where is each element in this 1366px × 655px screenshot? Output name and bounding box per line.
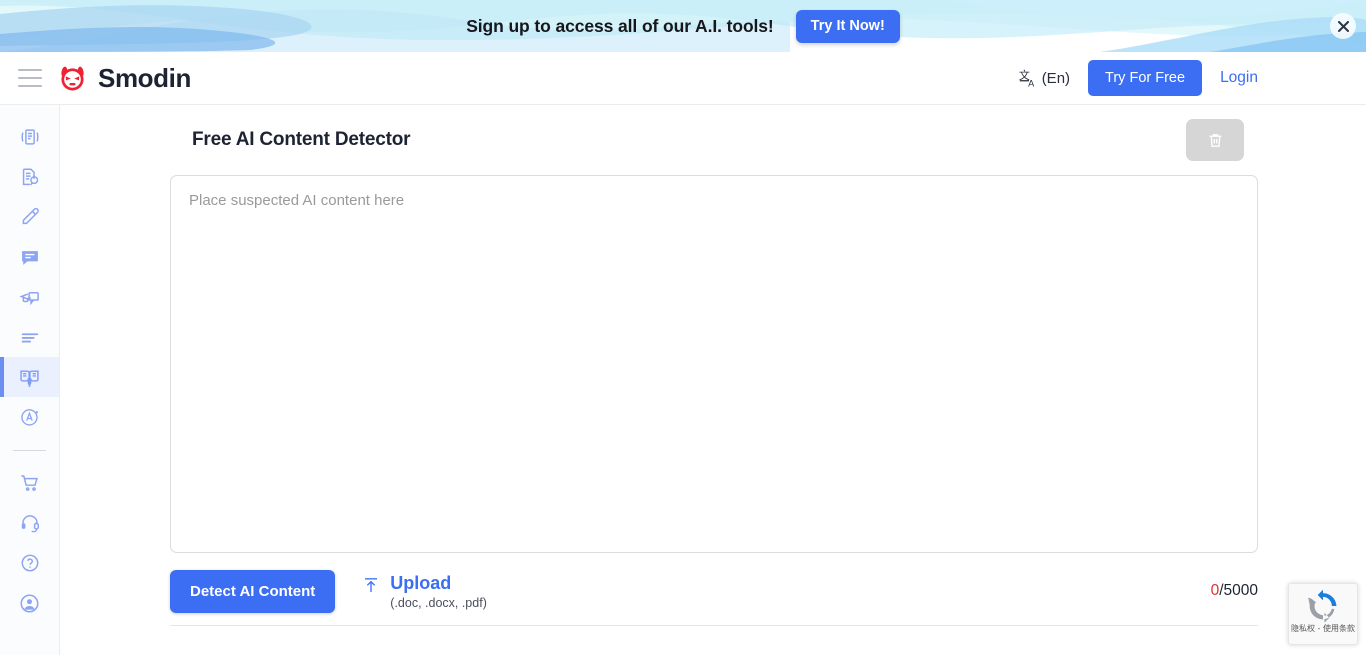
shopping-cart-icon	[20, 475, 38, 491]
upload-control[interactable]: Upload (.doc, .docx, .pdf)	[361, 572, 487, 611]
sidebar-item-account[interactable]	[0, 583, 59, 623]
sidebar-item-summarizer[interactable]	[0, 317, 59, 357]
sidebar-item-writer[interactable]	[0, 197, 59, 237]
sidebar-item-support[interactable]	[0, 503, 59, 543]
tool-actions-bar: Detect AI Content Upload (.doc, .docx, .…	[170, 553, 1266, 629]
hamburger-line	[18, 69, 42, 71]
document-quotes-icon	[21, 129, 38, 145]
language-code-label: (En)	[1041, 69, 1071, 87]
graduation-chat-icon	[19, 291, 39, 305]
recaptcha-legal-text[interactable]: 隐私权 - 使用条款	[1291, 624, 1355, 634]
upload-label: Upload	[390, 572, 452, 593]
clear-text-button[interactable]	[1186, 119, 1244, 161]
smodin-robot-logo-icon	[61, 66, 84, 90]
hamburger-line	[18, 85, 42, 87]
left-sidebar	[0, 105, 60, 655]
tool-header: Free AI Content Detector	[170, 105, 1266, 175]
trash-icon	[1209, 133, 1221, 147]
svg-text:A: A	[1028, 78, 1035, 88]
open-book-bulb-icon	[20, 369, 39, 387]
close-icon[interactable]	[1330, 13, 1356, 39]
document-search-icon	[22, 168, 38, 186]
headset-icon	[21, 515, 39, 533]
promo-banner: Sign up to access all of our A.I. tools!…	[0, 0, 1366, 52]
question-circle-icon	[21, 554, 38, 572]
promo-text: Sign up to access all of our A.I. tools!	[466, 15, 774, 36]
translate-icon: 文 A	[1019, 68, 1035, 88]
nav-right-group: 文 A (En) Try For Free Login	[1018, 60, 1258, 96]
login-link[interactable]: Login	[1220, 69, 1258, 87]
hamburger-line	[18, 77, 42, 79]
promo-try-it-now-button[interactable]: Try It Now!	[795, 9, 900, 43]
upload-text-group: Upload (.doc, .docx, .pdf)	[390, 572, 487, 611]
sidebar-item-grader[interactable]	[0, 397, 59, 437]
sidebar-item-plagiarism-checker[interactable]	[0, 157, 59, 197]
chat-bubble-icon	[21, 251, 38, 265]
sidebar-item-store[interactable]	[0, 463, 59, 503]
try-for-free-button[interactable]: Try For Free	[1088, 60, 1203, 96]
page-layout: Free AI Content Detector Detect AI Conte…	[0, 105, 1366, 655]
sidebar-item-help[interactable]	[0, 543, 59, 583]
detect-ai-content-button[interactable]: Detect AI Content	[170, 569, 336, 613]
pencil-icon	[22, 207, 39, 225]
character-count-limit: /5000	[1219, 582, 1258, 599]
sidebar-item-ai-content-detector[interactable]	[0, 357, 59, 397]
sidebar-item-chat[interactable]	[0, 237, 59, 277]
brand-logo[interactable]: Smodin	[58, 63, 191, 94]
sidebar-item-homework-helper[interactable]	[0, 277, 59, 317]
character-counter: 0/5000	[1211, 582, 1258, 600]
brand-name: Smodin	[98, 62, 191, 93]
sidebar-item-rewriter[interactable]	[0, 117, 59, 157]
suspected-content-textarea[interactable]	[170, 175, 1258, 553]
character-count-used: 0	[1210, 582, 1220, 599]
page-title: Free AI Content Detector	[192, 129, 411, 150]
top-navigation-bar: Smodin 文 A (En) Try For Free Login	[0, 52, 1366, 105]
user-circle-icon	[20, 593, 39, 613]
close-icon-glyph	[1337, 20, 1349, 32]
upload-arrow-icon	[365, 577, 378, 592]
sidebar-divider	[13, 450, 46, 451]
ai-content-detector-card: Free AI Content Detector Detect AI Conte…	[170, 105, 1266, 626]
hamburger-icon[interactable]	[18, 69, 42, 87]
section-divider	[170, 625, 1258, 626]
upload-formats-label: (.doc, .docx, .pdf)	[390, 596, 487, 611]
grade-a-icon	[20, 409, 38, 426]
recaptcha-badge[interactable]: 隐私权 - 使用条款	[1288, 583, 1358, 645]
main-content: Free AI Content Detector Detect AI Conte…	[60, 105, 1366, 655]
text-lines-icon	[21, 333, 38, 343]
language-switcher[interactable]: 文 A (En)	[1018, 67, 1070, 89]
recaptcha-icon	[1308, 589, 1337, 623]
